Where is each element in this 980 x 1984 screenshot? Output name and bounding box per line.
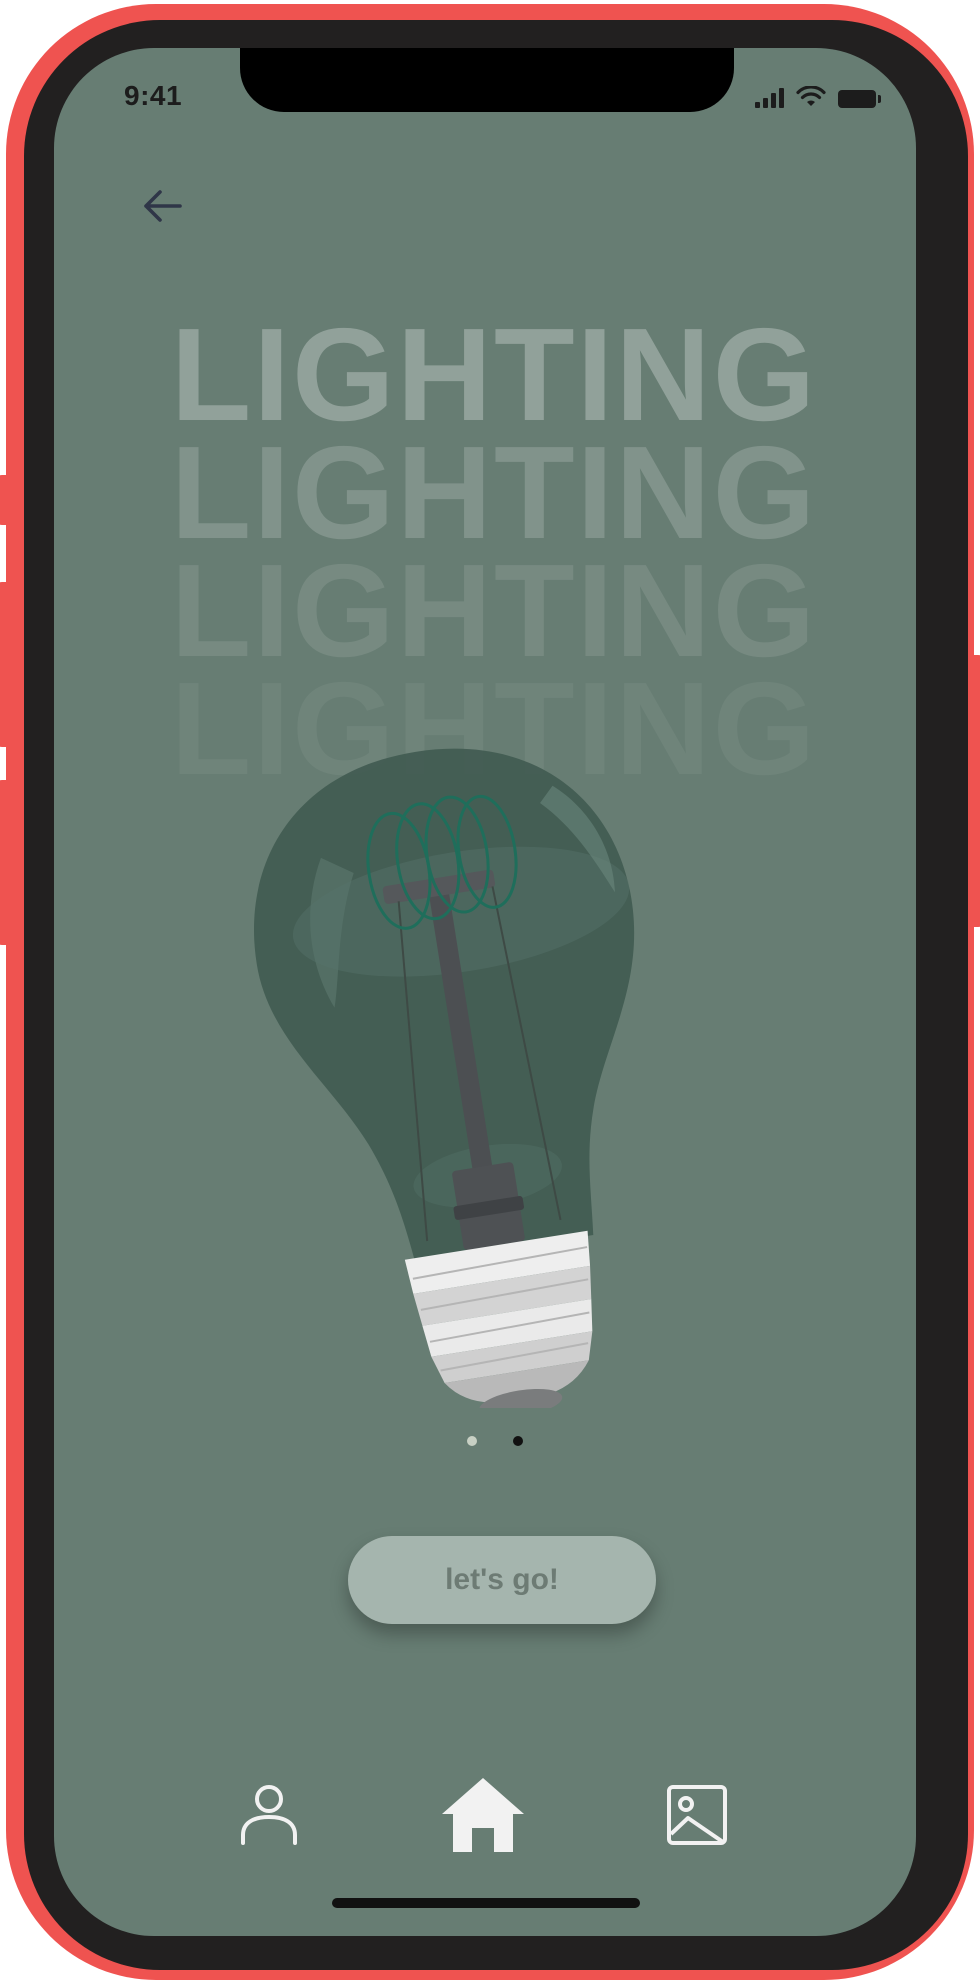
lets-go-button[interactable]: let's go! [348,1536,656,1624]
pagination-dot[interactable] [467,1436,477,1446]
status-icons [755,84,881,108]
light-bulb-illustration [254,748,635,1408]
phone-mockup: 9:41 LIGHTING LIGHTING LIGHTING LIGHTING… [0,0,980,1984]
hero-word: LIGHTING [170,419,818,566]
tab-profile[interactable] [224,1770,314,1860]
notch [240,48,734,112]
pagination-dot-active[interactable] [513,1436,523,1446]
image-icon [667,1785,727,1845]
back-button[interactable] [132,176,192,236]
wifi-icon [796,86,826,106]
arrow-left-icon [144,190,182,222]
hero-word: LIGHTING [170,537,818,684]
home-indicator [332,1898,640,1908]
pagination-dots [54,1436,916,1446]
cellular-signal-icon [755,88,784,108]
bottom-tab-bar [54,1770,916,1870]
screen: 9:41 LIGHTING LIGHTING LIGHTING LIGHTING… [54,48,916,1936]
user-icon [241,1785,297,1845]
tab-gallery[interactable] [652,1770,742,1860]
tab-home[interactable] [438,1770,528,1860]
battery-icon [838,90,881,108]
home-icon [442,1778,524,1852]
hero-word: LIGHTING [170,301,818,448]
status-time: 9:41 [124,80,183,111]
